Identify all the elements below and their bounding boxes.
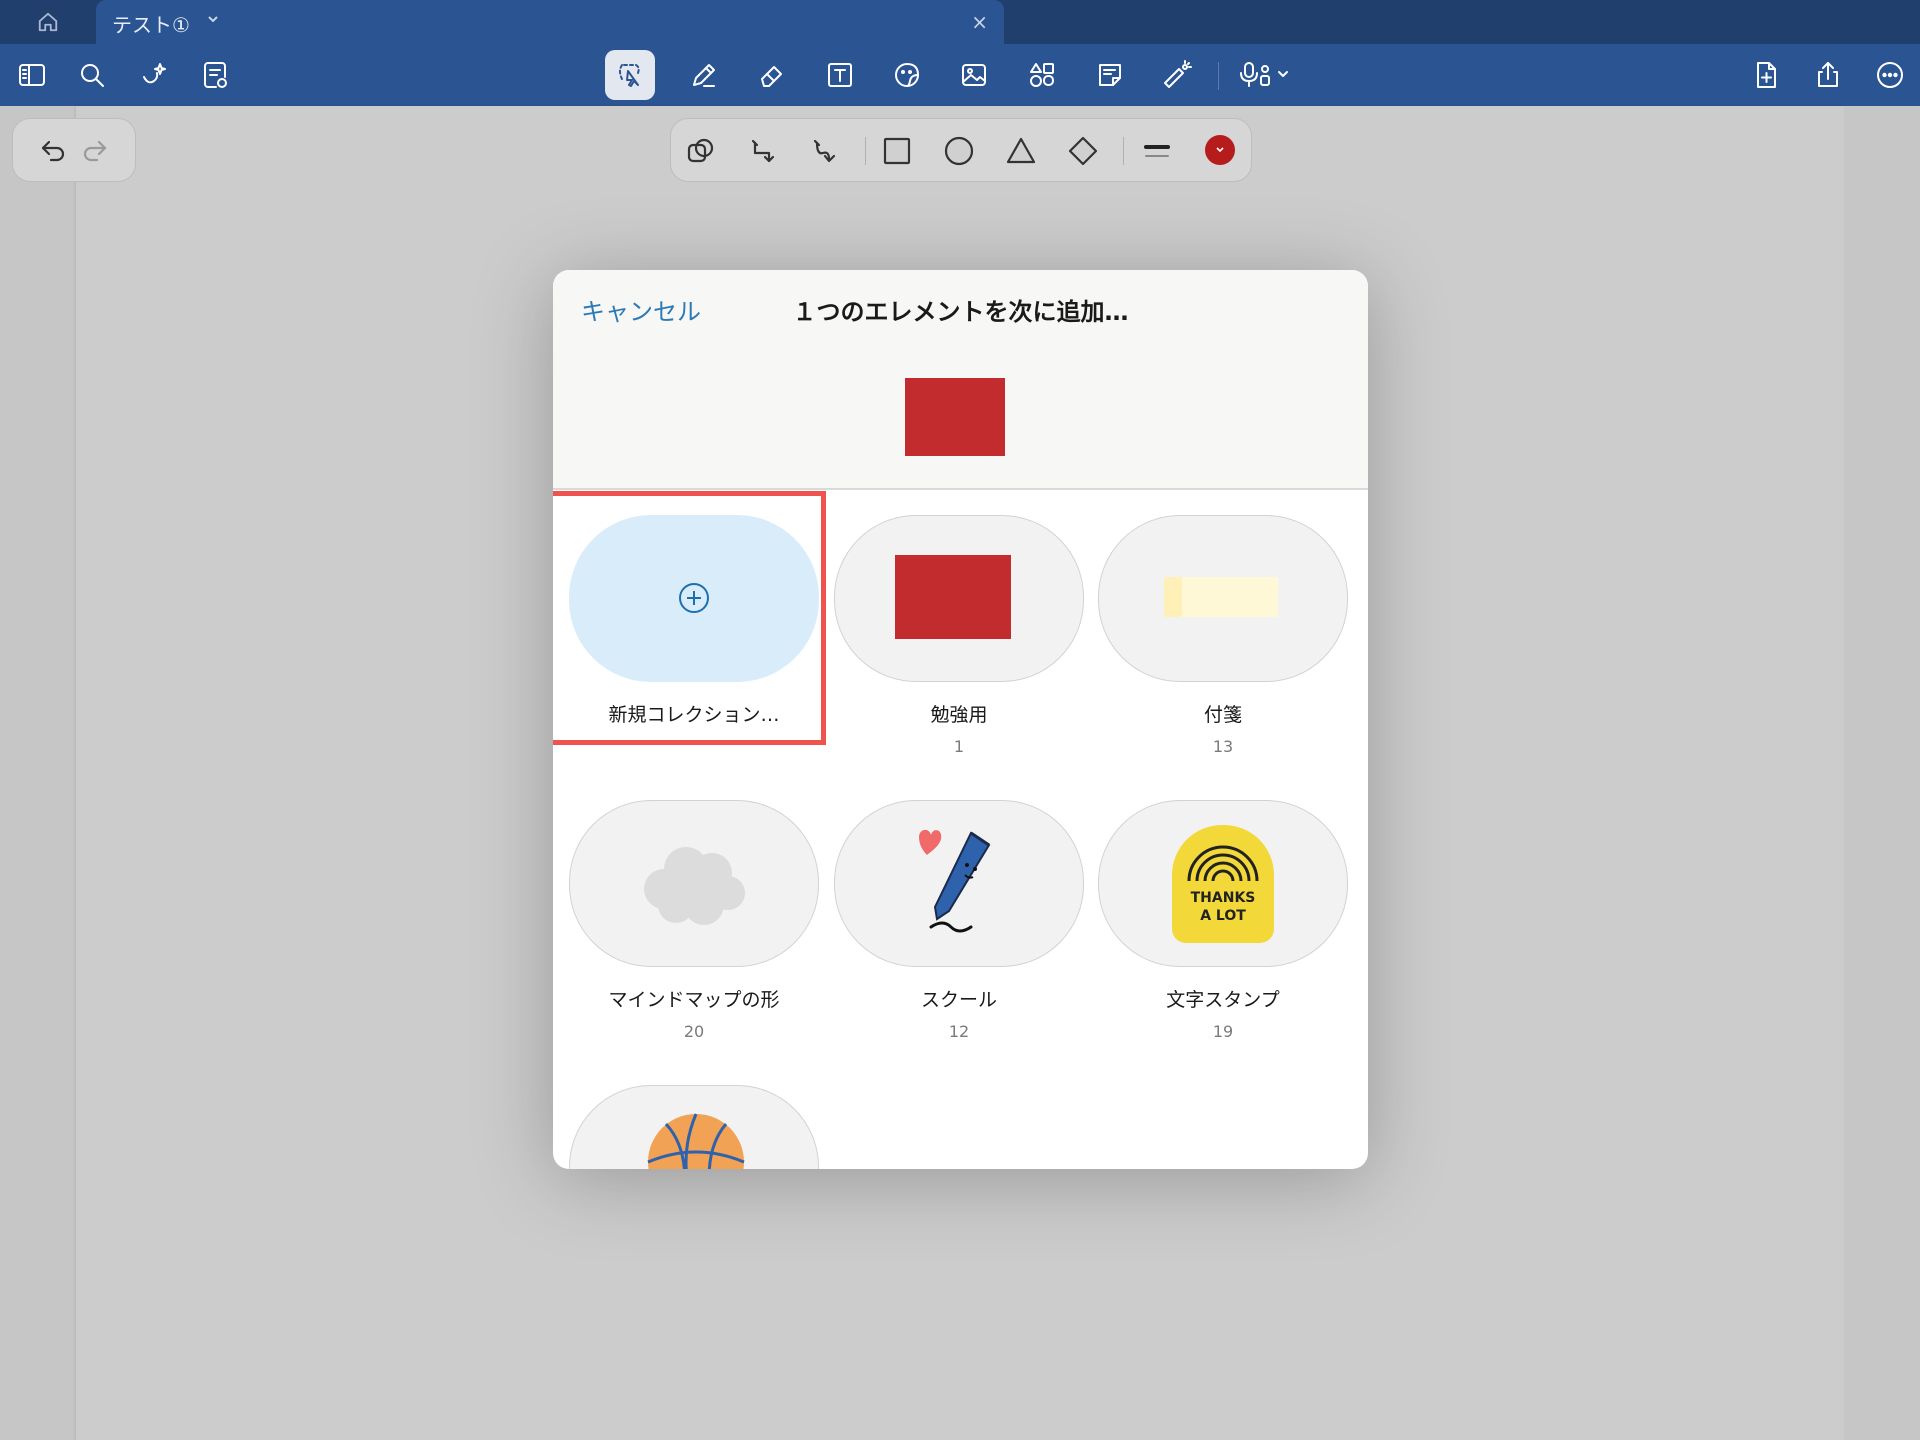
pen-with-heart-thumbnail (919, 829, 991, 933)
plus-circle-icon (679, 583, 709, 613)
collection-count: 19 (1212, 1022, 1234, 1041)
shapes-icon[interactable] (1020, 53, 1064, 97)
stamp-text: THANKS (1190, 890, 1256, 906)
diamond-icon[interactable] (1063, 131, 1103, 171)
collection-label: スクール (920, 989, 997, 1011)
main-toolbar (0, 44, 1920, 106)
lasso-icon[interactable] (605, 50, 655, 100)
collection-item[interactable]: マインドマップの形 20 (569, 800, 819, 1041)
collection-count: 1 (953, 737, 965, 756)
collection-item-new[interactable]: 新規コレクション… (569, 515, 819, 727)
shape-toolbar-separator (1123, 137, 1124, 165)
collection-label: 付箋 (1203, 704, 1242, 726)
undo-redo-controls (12, 118, 136, 182)
document-view-icon[interactable] (194, 53, 238, 97)
tab-title: テスト① (112, 13, 190, 37)
search-icon[interactable] (70, 53, 114, 97)
undo-icon[interactable] (35, 133, 71, 167)
add-to-collection-dialog: キャンセル １つのエレメントを次に追加… 新規コレクション… 勉強用 1 付箋 … (553, 270, 1368, 1169)
more-icon[interactable] (1868, 53, 1912, 97)
connector-elbow-icon[interactable] (743, 131, 783, 171)
collection-item[interactable]: スクール 12 (834, 800, 1084, 1041)
thanks-a-lot-stamp-thumbnail: THANKS A LOT (1172, 825, 1274, 943)
chevron-down-icon[interactable] (206, 11, 220, 30)
add-page-icon[interactable] (1744, 53, 1788, 97)
tab-bar: テスト① × (0, 0, 1920, 44)
toolbar-separator (1218, 62, 1219, 90)
collection-tile[interactable]: THANKS A LOT (1098, 800, 1348, 967)
dialog-header: キャンセル １つのエレメントを次に追加… (553, 270, 1368, 490)
collection-tile[interactable] (569, 800, 819, 967)
red-rect-thumbnail (895, 555, 1011, 639)
stroke-width-icon[interactable] (1137, 131, 1177, 171)
square-icon[interactable] (877, 131, 917, 171)
rainbow-icon (1187, 845, 1259, 882)
new-collection-tile[interactable] (569, 515, 819, 682)
home-icon[interactable] (30, 8, 66, 36)
element-preview (905, 378, 1005, 456)
collection-count: 13 (1212, 737, 1234, 756)
collection-tile[interactable] (834, 515, 1084, 682)
triangle-icon[interactable] (1001, 131, 1041, 171)
sidebar-icon[interactable] (10, 53, 54, 97)
shape-toolbar-separator (865, 137, 866, 165)
canvas-margin-right (1844, 106, 1920, 1440)
dialog-title: １つのエレメントを次に追加… (792, 298, 1129, 326)
text-box-icon[interactable] (818, 53, 862, 97)
shape-toolbar (670, 118, 1252, 182)
collection-tile[interactable] (1098, 515, 1348, 682)
microphone-icon[interactable] (1232, 53, 1302, 97)
collection-item[interactable]: 勉強用 1 (834, 515, 1084, 756)
collection-label: 新規コレクション… (608, 704, 780, 726)
collection-label: マインドマップの形 (608, 989, 780, 1011)
redo-icon[interactable] (77, 133, 113, 167)
canvas-margin-left (0, 106, 76, 1440)
stamp-text: A LOT (1200, 908, 1246, 924)
collection-label: 勉強用 (930, 704, 988, 726)
basketball-thumbnail (647, 1113, 745, 1169)
close-tab-button[interactable]: × (971, 10, 988, 34)
share-icon[interactable] (1806, 53, 1850, 97)
sticker-icon[interactable] (885, 53, 929, 97)
eraser-icon[interactable] (750, 53, 794, 97)
collection-item[interactable]: 付箋 13 (1098, 515, 1348, 756)
connector-curve-icon[interactable] (805, 131, 845, 171)
collection-item[interactable] (569, 1085, 819, 1169)
laser-pointer-icon[interactable] (1155, 53, 1199, 97)
collection-label: 文字スタンプ (1166, 989, 1280, 1011)
color-picker-button[interactable] (1205, 135, 1235, 165)
document-tab[interactable]: テスト① × (96, 0, 1004, 44)
sticky-note-thumbnail (1164, 577, 1278, 617)
cloud-thumbnail (644, 847, 745, 925)
image-icon[interactable] (952, 53, 996, 97)
circle-icon[interactable] (939, 131, 979, 171)
shape-recognition-icon[interactable] (681, 131, 721, 171)
collection-tile[interactable] (569, 1085, 819, 1169)
pen-icon[interactable] (682, 53, 726, 97)
collection-item[interactable]: THANKS A LOT 文字スタンプ 19 (1098, 800, 1348, 1041)
collection-tile[interactable] (834, 800, 1084, 967)
sticky-note-icon[interactable] (1088, 53, 1132, 97)
collection-count: 12 (948, 1022, 970, 1041)
sparkle-icon[interactable] (132, 53, 176, 97)
collection-count: 20 (683, 1022, 705, 1041)
